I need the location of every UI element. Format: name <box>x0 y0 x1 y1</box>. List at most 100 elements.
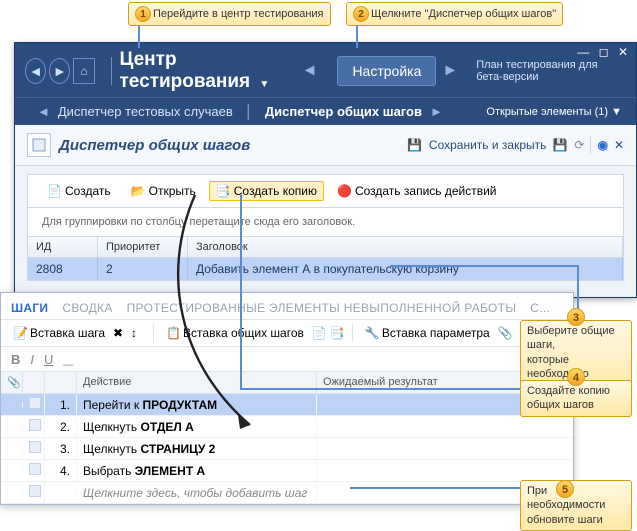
step-attach <box>1 490 23 496</box>
step-type <box>23 438 45 459</box>
tab-settings[interactable]: Настройка <box>337 56 436 86</box>
step-type <box>23 460 45 481</box>
save-icon[interactable]: 💾 <box>407 137 423 153</box>
create-copy-button[interactable]: 📑Создать копию <box>209 181 324 201</box>
app-window: — ◻ ✕ ◄ ► ⌂ Центр тестирования ▼ ◄ Настр… <box>14 42 637 298</box>
step-placeholder: Щелкните здесь, чтобы добавить шаг <box>77 483 317 503</box>
callout-line-5 <box>350 487 522 489</box>
home-button[interactable]: ⌂ <box>73 58 94 84</box>
insert-shared-button[interactable]: 📋Вставка общих шагов <box>162 324 308 342</box>
attach-icon[interactable]: 📎 <box>498 326 512 340</box>
step-row[interactable]: 2. Щелкнуть ОТДЕЛ А <box>1 416 573 438</box>
group-hint: Для группировки по столбцу перетащите сю… <box>27 208 624 237</box>
steps-toolbar: 📝Вставка шага ✖ ↕ 📋Вставка общих шагов 📄… <box>1 320 573 347</box>
insert-param-button[interactable]: 🔧Вставка параметра <box>361 324 494 342</box>
col-attach-icon: 📎 <box>1 372 23 393</box>
chevron-left-icon[interactable]: ◄ <box>37 104 50 119</box>
save-close-button[interactable]: Сохранить и закрыть <box>429 138 546 152</box>
crumb-test-case-manager[interactable]: Диспетчер тестовых случаев <box>58 104 233 119</box>
underline-button[interactable]: U <box>44 352 53 367</box>
bold-button[interactable]: B <box>11 352 20 367</box>
format-bar: B I U ▁ <box>1 347 573 372</box>
step-row[interactable]: 3. Щелкнуть СТРАНИЦУ 2 <box>1 438 573 460</box>
step-action: Щелкнуть ОТДЕЛ А <box>77 417 317 437</box>
step-attach <box>1 468 23 474</box>
tab-tested[interactable]: ПРОТЕСТИРОВАННЫЕ ЭЛЕМЕНТЫ НЕВЫПОЛНЕННОЙ … <box>127 301 517 315</box>
content-pane: Диспетчер общих шагов 💾 Сохранить и закр… <box>15 125 636 297</box>
open-button[interactable]: 📂Открыть <box>124 181 203 201</box>
window-controls: — ◻ ✕ <box>571 45 628 59</box>
create-button[interactable]: 📄Создать <box>40 181 118 201</box>
forward-button[interactable]: ► <box>49 58 70 84</box>
cell-id: 2808 <box>28 258 98 280</box>
save-icon-2[interactable]: 💾 <box>552 137 568 153</box>
insert-param-label: Вставка параметра <box>382 326 490 340</box>
chevron-down-icon: ▼ <box>259 79 269 90</box>
delete-step-icon[interactable]: ✖ <box>113 326 127 340</box>
tab-settings-label: Настройка <box>352 63 421 79</box>
close-icon[interactable]: ✕ <box>618 45 628 59</box>
titlebar: ◄ ► ⌂ Центр тестирования ▼ ◄ Настройка ►… <box>15 43 636 97</box>
step-icon <box>29 397 41 409</box>
insert-shared-label: Вставка общих шагов <box>183 326 304 340</box>
separator <box>352 324 353 342</box>
tab-test-plan[interactable]: План тестирования для бета-версии <box>476 59 626 83</box>
insert-step-button[interactable]: 📝Вставка шага <box>9 324 109 342</box>
divider <box>111 57 112 85</box>
cell-title: Добавить элемент А в покупательскую корз… <box>188 258 623 280</box>
app-title[interactable]: Центр тестирования ▼ <box>120 49 290 93</box>
cell-priority: 2 <box>98 258 188 280</box>
record-button[interactable]: 🔴Создать запись действий <box>330 181 504 201</box>
maximize-icon[interactable]: ◻ <box>599 45 609 59</box>
pane-icon <box>27 133 51 157</box>
tab-links[interactable]: С... <box>530 301 550 315</box>
refresh-icon[interactable]: ⟳ <box>574 138 584 152</box>
callout-2-text: Щелкните "Диспетчер общих шагов" <box>371 8 556 20</box>
step-action-bold: ОТДЕЛ А <box>141 420 194 434</box>
grid-row[interactable]: 2808 2 Добавить элемент А в покупательск… <box>28 258 623 280</box>
step-action-pre: Перейти к <box>83 398 142 412</box>
grid-header: ИД Приоритет Заголовок <box>28 237 623 258</box>
step-icon <box>29 419 41 431</box>
step-type <box>23 416 45 437</box>
col-priority[interactable]: Приоритет <box>98 237 188 257</box>
step-type <box>23 394 45 415</box>
tab-summary[interactable]: СВОДКА <box>62 301 112 315</box>
step-num: 4. <box>45 461 77 481</box>
chevron-right-icon[interactable]: ► <box>430 104 443 119</box>
step-action-bold: ПРОДУКТАМ <box>142 398 217 412</box>
move-up-icon[interactable]: ↕ <box>131 326 145 340</box>
tab-steps[interactable]: ШАГИ <box>11 301 48 315</box>
shared-steps-icon: 📋 <box>166 326 180 340</box>
steps-window: ШАГИ СВОДКА ПРОТЕСТИРОВАННЫЕ ЭЛЕМЕНТЫ НЕ… <box>0 292 574 505</box>
pane-title: Диспетчер общих шагов <box>59 137 250 154</box>
step-action-bold: СТРАНИЦУ 2 <box>141 442 216 456</box>
step-action-bold: ЭЛЕМЕНТ А <box>135 464 206 478</box>
help-icon[interactable]: ◉ <box>597 138 607 152</box>
italic-button[interactable]: I <box>30 352 34 367</box>
badge-3: 3 <box>567 308 585 326</box>
callout-line-3v <box>577 265 579 310</box>
callout-line-4h <box>240 388 522 390</box>
steps-grid-header: 📎 Действие Ожидаемый результат <box>1 372 573 394</box>
step-expected <box>317 468 573 474</box>
crumb-shared-steps-manager[interactable]: Диспетчер общих шагов <box>265 104 422 119</box>
insert-step-icon: 📝 <box>13 326 27 340</box>
callout-5: При необходимости обновите шаги <box>520 480 632 531</box>
font-color-button[interactable]: ▁ <box>63 351 73 367</box>
open-icon: 📂 <box>131 184 145 198</box>
step-row[interactable]: 4. Выбрать ЭЛЕМЕНТ А <box>1 460 573 482</box>
create-label: Создать <box>65 184 111 198</box>
action-icon-2[interactable]: 📑 <box>330 326 344 340</box>
close-pane-icon[interactable]: ✕ <box>614 138 624 152</box>
col-title[interactable]: Заголовок <box>188 237 623 257</box>
callout-line-4v <box>240 195 242 388</box>
back-button[interactable]: ◄ <box>25 58 46 84</box>
step-row-new[interactable]: Щелкните здесь, чтобы добавить шаг <box>1 482 573 504</box>
action-icon-1[interactable]: 📄 <box>312 326 326 340</box>
open-items[interactable]: Открытые элементы (1) ▼ <box>486 106 622 118</box>
step-row[interactable]: 1. Перейти к ПРОДУКТАМ <box>1 394 573 416</box>
col-id[interactable]: ИД <box>28 237 98 257</box>
pane-header: Диспетчер общих шагов 💾 Сохранить и закр… <box>15 125 636 166</box>
minimize-icon[interactable]: — <box>577 45 589 59</box>
